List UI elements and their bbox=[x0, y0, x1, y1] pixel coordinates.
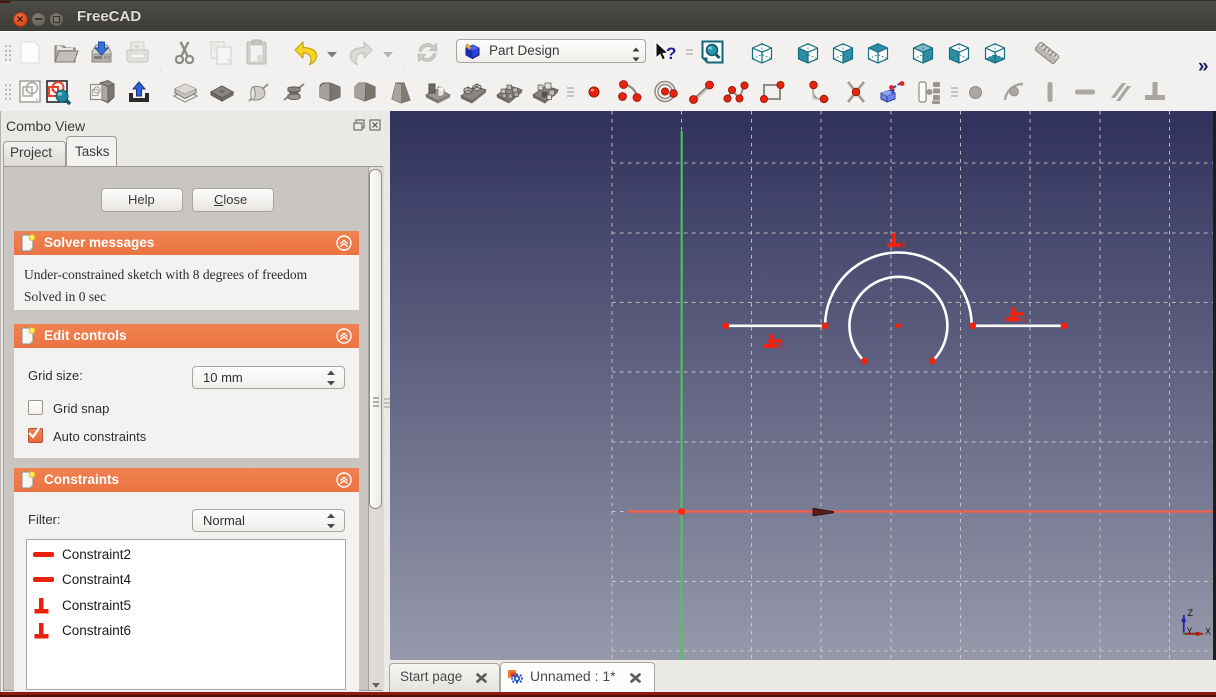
svg-text:?: ? bbox=[666, 44, 676, 63]
svg-text:Y: Y bbox=[1187, 626, 1193, 636]
svg-text:X: X bbox=[1205, 627, 1211, 637]
svg-text:6: 6 bbox=[1022, 315, 1027, 325]
svg-text:Z: Z bbox=[1188, 608, 1194, 618]
svg-text:5: 5 bbox=[902, 240, 907, 250]
svg-text:5: 5 bbox=[780, 341, 785, 351]
